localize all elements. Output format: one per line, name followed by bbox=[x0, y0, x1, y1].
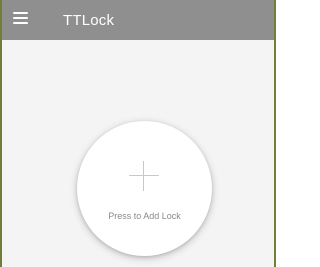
menu-icon[interactable] bbox=[13, 12, 31, 26]
add-lock-label: Press to Add Lock bbox=[108, 211, 181, 221]
app-title: TTLock bbox=[63, 12, 115, 29]
app-bar: TTLock bbox=[2, 0, 274, 40]
plus-icon bbox=[129, 161, 159, 191]
app-screen: TTLock SAMPLE Press to Add Lock bbox=[0, 0, 276, 267]
add-lock-button[interactable]: Press to Add Lock bbox=[77, 121, 212, 256]
